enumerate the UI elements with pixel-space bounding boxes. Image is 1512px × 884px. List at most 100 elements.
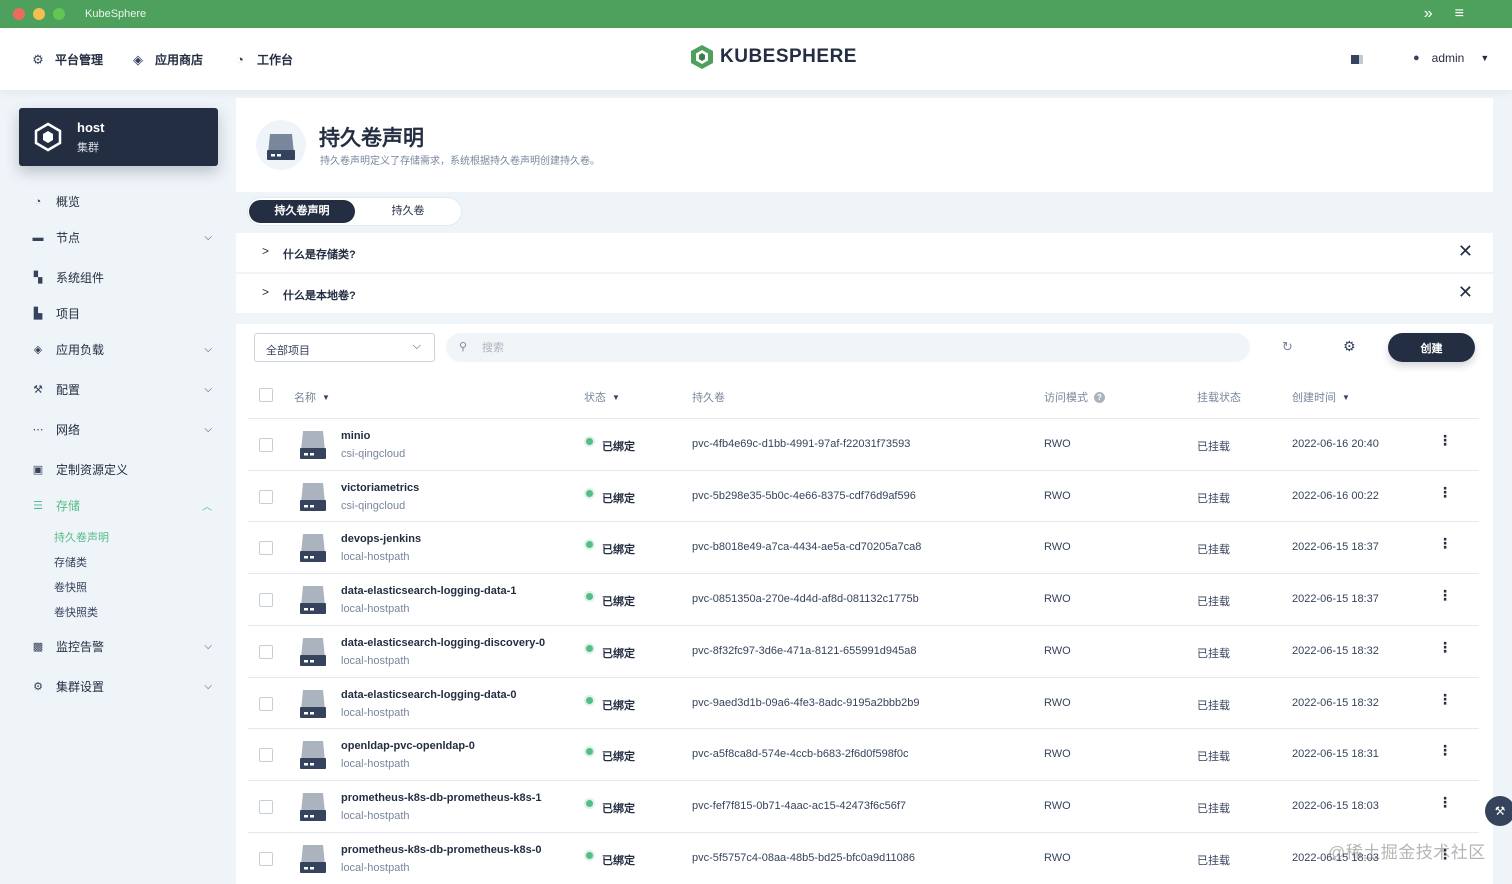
table-row[interactable]: data-elasticsearch-logging-discovery-0 lo… xyxy=(248,624,1479,677)
help-icon[interactable]: ? xyxy=(1094,391,1105,403)
sidebar-item-network[interactable]: ⋯ 网络 ⌵ xyxy=(32,421,213,438)
sidebar-subitem-snapshot-class[interactable]: 卷快照类 xyxy=(54,604,98,620)
tools-float-button[interactable]: ⚒ xyxy=(1485,796,1512,826)
sidebar-item-cluster-settings[interactable]: ⚙ 集群设置 ⌵ xyxy=(32,678,212,695)
double-chevron-right-icon[interactable]: » xyxy=(1424,5,1433,23)
row-checkbox[interactable] xyxy=(259,696,273,711)
cluster-type: 集群 xyxy=(77,141,99,154)
list-toolbar: 全部项目 ⌵ ⚲ ↻ ⚙ 创建 xyxy=(236,324,1493,372)
table-row[interactable]: prometheus-k8s-db-prometheus-k8s-1 local-… xyxy=(248,779,1479,832)
row-checkbox[interactable] xyxy=(259,644,273,659)
hammer-icon: ⚒ xyxy=(33,384,43,396)
mount-status: 已挂载 xyxy=(1197,699,1230,712)
pvc-name-link[interactable]: prometheus-k8s-db-prometheus-k8s-0 xyxy=(341,844,542,856)
status-dot xyxy=(586,748,593,756)
sidebar-item-crd[interactable]: ▣ 定制资源定义 xyxy=(32,461,212,478)
sidebar-subitem-storage-class[interactable]: 存储类 xyxy=(54,554,87,570)
row-checkbox[interactable] xyxy=(259,541,273,556)
refresh-icon[interactable]: ↻ xyxy=(1282,339,1293,355)
sidebar-item-config[interactable]: ⚒ 配置 ⌵ xyxy=(32,381,212,398)
search-bar[interactable]: ⚲ xyxy=(446,333,1250,362)
faq-storage-class[interactable]: > 什么是存储类? ✕ xyxy=(236,233,1493,272)
column-mount-status: 挂载状态 xyxy=(1197,389,1241,405)
status-dot xyxy=(586,799,593,807)
pvc-name-link[interactable]: data-elasticsearch-logging-data-1 xyxy=(341,585,516,597)
row-checkbox[interactable] xyxy=(259,851,273,866)
user-icon: ● xyxy=(1413,52,1420,64)
pvc-name-link[interactable]: minio xyxy=(341,430,370,442)
more-options-icon[interactable]: ⋮ xyxy=(1438,691,1452,708)
column-created[interactable]: 创建时间 ▼ xyxy=(1292,389,1350,405)
create-button[interactable]: 创建 xyxy=(1388,333,1475,362)
more-options-icon[interactable]: ⋮ xyxy=(1438,794,1452,811)
close-icon[interactable]: ✕ xyxy=(1458,241,1473,262)
nav-platform-management[interactable]: ⚙ 平台管理 xyxy=(31,51,103,68)
pvc-name-link[interactable]: openldap-pvc-openldap-0 xyxy=(341,740,475,752)
table-row[interactable]: data-elasticsearch-logging-data-1 local-h… xyxy=(248,573,1479,625)
table-row[interactable]: devops-jenkins local-hostpath 已绑定 pvc-b8018… xyxy=(248,521,1479,573)
sidebar-item-workloads[interactable]: ◈ 应用负载 ⌵ xyxy=(32,341,212,358)
nav-workbench[interactable]: ◔ 工作台 xyxy=(233,51,293,68)
row-checkbox[interactable] xyxy=(259,489,273,504)
close-window-button[interactable] xyxy=(13,8,25,20)
sidebar-item-projects[interactable]: ▙ 项目 xyxy=(32,305,212,322)
sort-caret-icon: ▼ xyxy=(322,392,330,402)
hamburger-menu-icon[interactable]: ≡ xyxy=(1455,5,1464,23)
more-options-icon[interactable]: ⋮ xyxy=(1438,432,1452,449)
disk-icon xyxy=(300,586,326,615)
row-checkbox[interactable] xyxy=(259,799,273,814)
sidebar-item-nodes[interactable]: ▬ 节点 ⌵ xyxy=(32,229,213,246)
more-options-icon[interactable]: ⋮ xyxy=(1438,742,1452,759)
sidebar-item-system-components[interactable]: ▚ 系统组件 xyxy=(32,269,212,286)
pvc-table: 名称 ▼ 状态 ▼ 持久卷 访问模式 ? 挂载状态 创建时间 ▼ minio cs… xyxy=(236,372,1493,884)
column-name[interactable]: 名称 ▼ xyxy=(294,389,330,405)
sidebar-item-label: 应用负载 xyxy=(56,343,105,357)
user-menu[interactable]: ● admin ▼ xyxy=(1413,51,1489,65)
database-icon: ☰ xyxy=(33,500,43,512)
sidebar-item-monitoring[interactable]: ▩ 监控告警 ⌵ xyxy=(32,638,212,655)
more-options-icon[interactable]: ⋮ xyxy=(1438,639,1452,656)
table-row[interactable]: data-elasticsearch-logging-data-0 local-h… xyxy=(248,676,1479,729)
select-all-checkbox[interactable] xyxy=(259,388,273,402)
status-dot xyxy=(586,541,593,549)
project-select[interactable]: 全部项目 ⌵ xyxy=(254,333,435,362)
nav-app-store[interactable]: ◈ 应用商店 xyxy=(131,51,203,68)
column-access-mode: 访问模式 ? xyxy=(1044,389,1105,405)
search-input[interactable] xyxy=(482,339,1222,356)
storage-class-label: local-hostpath xyxy=(341,551,410,564)
more-options-icon[interactable]: ⋮ xyxy=(1438,535,1452,552)
toggle-layout-icon[interactable] xyxy=(1351,55,1363,64)
gear-icon: ⚙ xyxy=(32,51,44,67)
page-title: 持久卷声明 xyxy=(319,127,424,150)
column-status[interactable]: 状态 ▼ xyxy=(584,389,620,405)
tab-pvc[interactable]: 持久卷声明 xyxy=(249,200,355,223)
table-row[interactable]: minio csi-qingcloud 已绑定 pvc-4fb4e69c-d1bb-4… xyxy=(248,418,1479,470)
close-icon[interactable]: ✕ xyxy=(1458,282,1473,303)
more-options-icon[interactable]: ⋮ xyxy=(1438,587,1452,604)
sidebar-item-storage[interactable]: ☰ 存储 ︿ xyxy=(32,497,212,514)
table-row[interactable]: prometheus-k8s-db-prometheus-k8s-0 local-… xyxy=(248,831,1479,884)
sidebar-subitem-pvc[interactable]: 持久卷声明 xyxy=(54,529,109,545)
more-options-icon[interactable]: ⋮ xyxy=(1438,484,1452,501)
kubesphere-logo[interactable]: KUBESPHERE xyxy=(690,44,857,70)
row-checkbox[interactable] xyxy=(259,748,273,763)
disk-icon xyxy=(300,482,326,511)
gear-icon[interactable]: ⚙ xyxy=(1343,338,1356,355)
table-row[interactable]: victoriametrics csi-qingcloud 已绑定 pvc-5b298… xyxy=(248,469,1479,522)
table-row[interactable]: openldap-pvc-openldap-0 local-hostpath 已绑定… xyxy=(248,728,1479,780)
tab-pv[interactable]: 持久卷 xyxy=(355,200,461,223)
row-checkbox[interactable] xyxy=(259,438,273,452)
row-checkbox[interactable] xyxy=(259,593,273,608)
faq-local-volume[interactable]: > 什么是本地卷? ✕ xyxy=(236,274,1493,313)
sidebar-subitem-volume-snapshot[interactable]: 卷快照 xyxy=(54,579,87,595)
cluster-selector[interactable]: host 集群 xyxy=(19,108,218,166)
maximize-window-button[interactable] xyxy=(53,8,65,20)
pvc-name-link[interactable]: data-elasticsearch-logging-discovery-0 xyxy=(341,637,545,649)
pvc-name-link[interactable]: data-elasticsearch-logging-data-0 xyxy=(341,689,516,701)
pvc-name-link[interactable]: devops-jenkins xyxy=(341,533,421,545)
pvc-name-link[interactable]: prometheus-k8s-db-prometheus-k8s-1 xyxy=(341,792,542,804)
minimize-window-button[interactable] xyxy=(33,8,45,20)
sidebar-item-overview[interactable]: ◔ 概览 xyxy=(32,193,212,210)
pvc-name-link[interactable]: victoriametrics xyxy=(341,482,419,494)
status-dot xyxy=(586,593,593,601)
